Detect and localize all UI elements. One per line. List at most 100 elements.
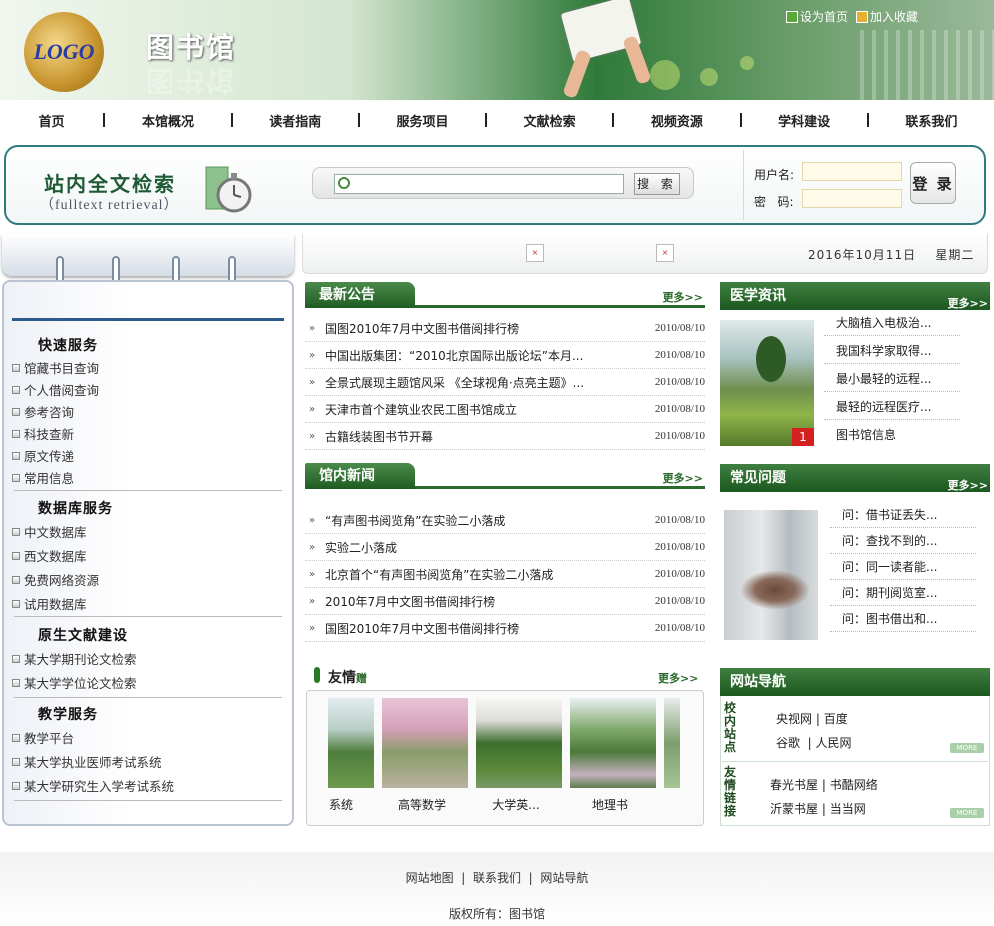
nav-about[interactable]: 本馆概况: [105, 111, 230, 130]
friends-more-link[interactable]: 更多>>: [658, 670, 698, 686]
sidebar-item-label: 个人借阅查询: [24, 383, 100, 398]
list-item[interactable]: 大脑植入电极治...: [824, 310, 960, 336]
list-item[interactable]: » 实验二小落成 2010/08/10: [305, 534, 705, 561]
nav-guide[interactable]: 读者指南: [233, 111, 358, 130]
link-baidu[interactable]: 百度: [824, 712, 848, 726]
sidebar-item-novelty[interactable]: 科技查新: [12, 424, 74, 443]
list-item[interactable]: 问：查找不到的...: [830, 528, 976, 554]
search-button[interactable]: 搜 索: [634, 173, 680, 195]
sidebar-item-borrow[interactable]: 个人借阅查询: [12, 380, 99, 399]
list-item[interactable]: 图书馆信息: [824, 422, 960, 448]
gallery-caption[interactable]: 高等数学: [382, 796, 462, 813]
list-item-title: 天津市首个建筑业农民工图书馆成立: [325, 402, 518, 417]
password-field[interactable]: [802, 189, 902, 208]
link-dangdang[interactable]: 当当网: [830, 802, 866, 816]
list-item[interactable]: » 国图2010年7月中文图书借阅排行榜 2010/08/10: [305, 615, 705, 642]
list-item-date: 2010/08/10: [654, 403, 705, 415]
add-favorite-link[interactable]: 加入收藏: [856, 8, 918, 25]
sidebar-item-trial-db[interactable]: 试用数据库: [12, 594, 87, 613]
username-field[interactable]: [802, 162, 902, 181]
list-item[interactable]: 问：期刊阅览室...: [830, 580, 976, 606]
announcements-more-link[interactable]: 更多>>: [663, 289, 703, 305]
gallery-image[interactable]: [664, 698, 680, 788]
list-item[interactable]: » 全景式展现主题馆风采 《全球视角·点亮主题》... 2010/08/10: [305, 369, 705, 396]
search-input[interactable]: [334, 174, 624, 194]
sidebar-item-western-db[interactable]: 西文数据库: [12, 546, 87, 565]
gallery-caption[interactable]: 系统: [328, 796, 354, 813]
nav-discipline[interactable]: 学科建设: [742, 111, 867, 130]
footer-sitemap-link[interactable]: 网站地图: [406, 871, 454, 885]
logo-text: LOGO: [33, 39, 95, 64]
slide-number-badge[interactable]: 1: [792, 428, 814, 446]
top-links: 设为首页 加入收藏: [786, 8, 918, 25]
list-item[interactable]: 问：图书借出和...: [830, 606, 976, 632]
faq-more-link[interactable]: 更多>>: [948, 472, 988, 500]
list-item-date: 2010/08/10: [654, 595, 705, 607]
list-item[interactable]: 最轻的远程医疗...: [824, 394, 960, 420]
nav-video[interactable]: 视频资源: [614, 111, 739, 130]
link-cctv[interactable]: 央视网: [776, 712, 812, 726]
nav-home[interactable]: 首页: [0, 111, 103, 130]
sidebar-item-label: 某大学研究生入学考试系统: [24, 779, 175, 794]
list-item[interactable]: » 国图2010年7月中文图书借阅排行榜 2010/08/10: [305, 315, 705, 342]
sidebar-item-free-resources[interactable]: 免费网络资源: [12, 570, 99, 589]
set-home-link[interactable]: 设为首页: [786, 8, 848, 25]
arrow-icon: »: [309, 514, 316, 526]
news-more-link[interactable]: 更多>>: [663, 470, 703, 486]
list-item[interactable]: » 中国出版集团：“2010北京国际出版论坛”本月... 2010/08/10: [305, 342, 705, 369]
link-google[interactable]: 谷歌: [776, 736, 800, 750]
gallery-image[interactable]: [570, 698, 656, 788]
login-button[interactable]: 登 录: [910, 162, 956, 204]
bullet-icon: [12, 599, 20, 608]
list-item[interactable]: » “有声图书阅览角”在实验二小落成 2010/08/10: [305, 507, 705, 534]
link-yimeng[interactable]: 沂蒙书屋: [770, 802, 818, 816]
sidebar-item-chinese-db[interactable]: 中文数据库: [12, 522, 87, 541]
list-item[interactable]: » 2010年7月中文图书借阅排行榜 2010/08/10: [305, 588, 705, 615]
sidebar-item-reference[interactable]: 参考咨询: [12, 402, 74, 421]
list-item[interactable]: 问：借书证丢失...: [830, 502, 976, 528]
sidebar-item-journal-search[interactable]: 某大学期刊论文检索: [12, 649, 137, 668]
username-label: 用户名:: [754, 168, 795, 182]
sidebar-item-teaching-platform[interactable]: 教学平台: [12, 728, 74, 747]
footer-sitenav-link[interactable]: 网站导航: [540, 871, 588, 885]
arrow-icon: »: [309, 568, 316, 580]
gallery-caption[interactable]: 大学英...: [476, 796, 556, 813]
sidebar-item-delivery[interactable]: 原文传递: [12, 446, 74, 465]
sidebar-item-label: 参考咨询: [24, 405, 75, 420]
sidebar-item-info[interactable]: 常用信息: [12, 468, 74, 487]
gallery-image[interactable]: [476, 698, 562, 788]
logo[interactable]: LOGO: [24, 12, 104, 92]
gallery-caption[interactable]: 地理书: [570, 796, 650, 813]
list-item[interactable]: 最小最轻的远程...: [824, 366, 960, 392]
broken-image-icon: ×: [656, 244, 674, 262]
gallery-image[interactable]: [328, 698, 374, 788]
bullet-icon: [12, 551, 20, 560]
nav-literature-search[interactable]: 文献检索: [487, 111, 612, 130]
bookshelf-image: [860, 30, 994, 100]
nav-contact[interactable]: 联系我们: [869, 111, 994, 130]
sidebar-item-graduate-exam[interactable]: 某大学研究生入学考试系统: [12, 776, 174, 795]
password-label: 密 码:: [754, 195, 794, 209]
link-people[interactable]: 人民网: [816, 736, 852, 750]
bullet-icon: [12, 575, 20, 584]
nav-services[interactable]: 服务项目: [360, 111, 485, 130]
link-shuku[interactable]: 书酷网络: [830, 778, 878, 792]
arrow-icon: »: [309, 322, 316, 334]
friends-more-button[interactable]: MORE: [950, 808, 984, 818]
list-item[interactable]: » 古籍线装图书节开幕 2010/08/10: [305, 423, 705, 450]
sidebar-item-thesis-search[interactable]: 某大学学位论文检索: [12, 673, 137, 692]
list-item[interactable]: 问：同一读者能...: [830, 554, 976, 580]
footer-contact-link[interactable]: 联系我们: [473, 871, 521, 885]
tree-image: [756, 336, 786, 382]
list-item[interactable]: » 天津市首个建筑业农民工图书馆成立 2010/08/10: [305, 396, 705, 423]
link-chunguang[interactable]: 春光书屋: [770, 778, 818, 792]
sidebar-item-catalog[interactable]: 馆藏书目查询: [12, 358, 99, 377]
campus-more-button[interactable]: MORE: [950, 743, 984, 753]
list-item[interactable]: » 北京首个“有声图书阅览角”在实验二小落成 2010/08/10: [305, 561, 705, 588]
banner-decoration: [700, 68, 718, 86]
list-item-title: 中国出版集团：“2010北京国际出版论坛”本月...: [325, 348, 584, 363]
list-item[interactable]: 我国科学家取得...: [824, 338, 960, 364]
current-date: 2016年10月11日 星期二: [808, 246, 974, 263]
gallery-image[interactable]: [382, 698, 468, 788]
sidebar-item-physician-exam[interactable]: 某大学执业医师考试系统: [12, 752, 162, 771]
